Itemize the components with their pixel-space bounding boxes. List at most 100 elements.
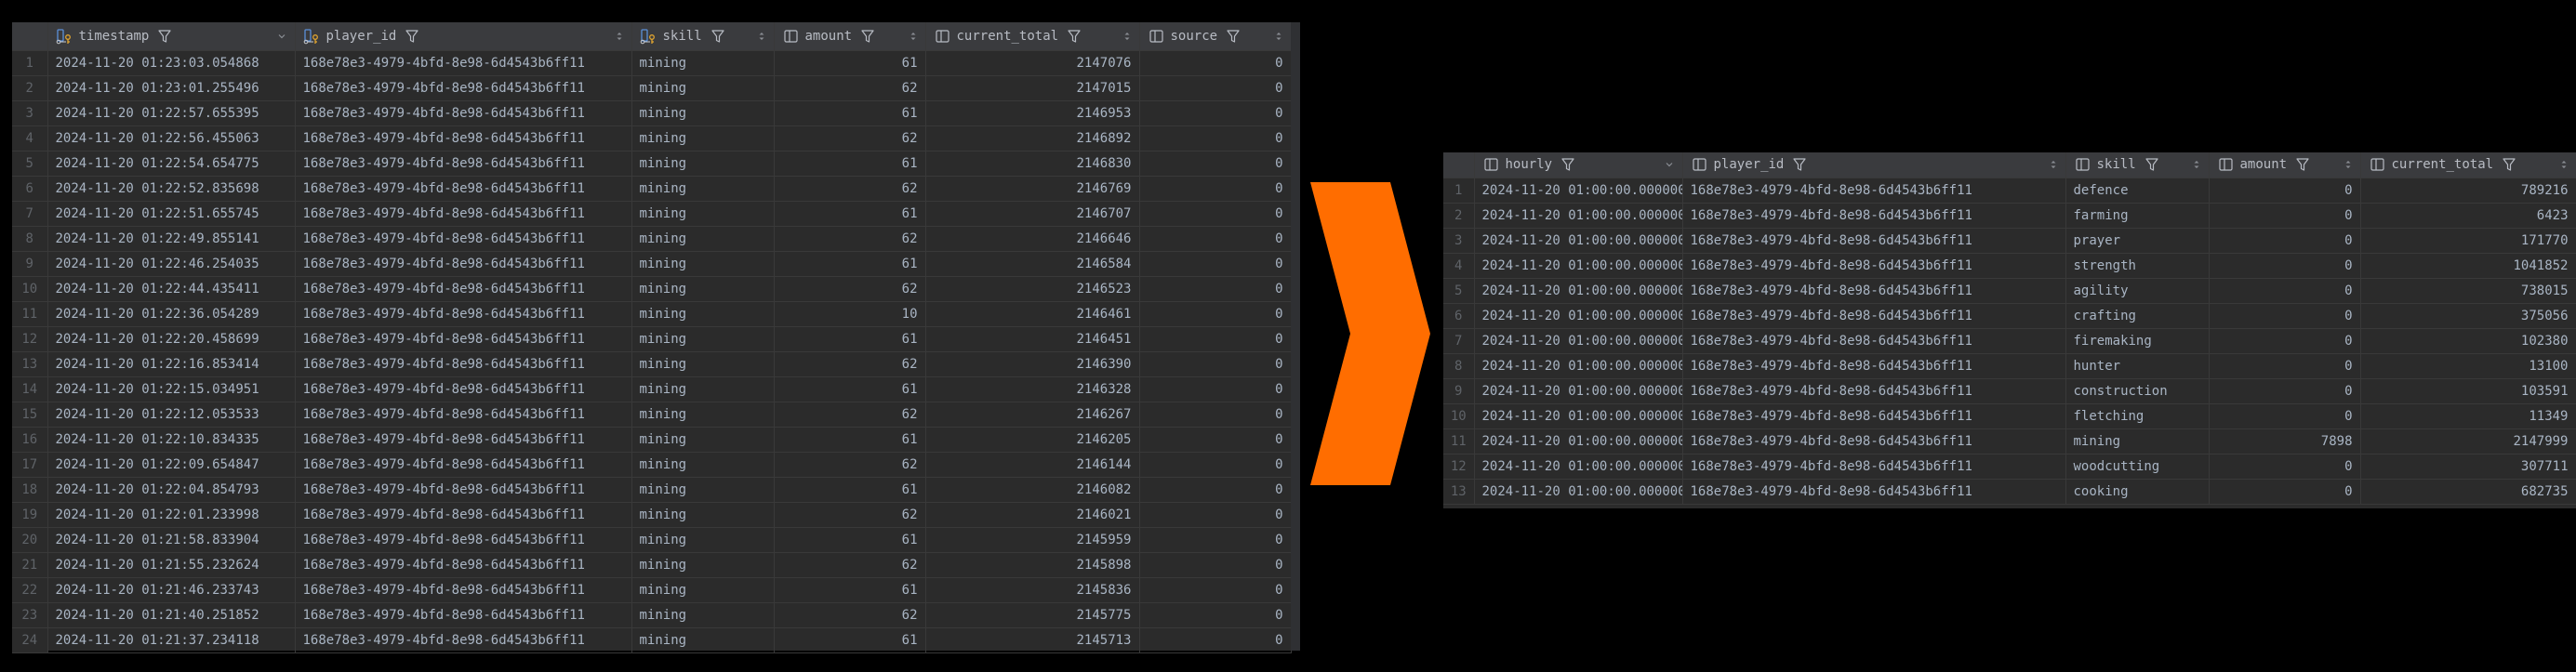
cell-player-id[interactable]: 168e78e3-4979-4bfd-8e98-6d4543b6ff11 <box>1682 454 2066 480</box>
cell-player-id[interactable]: 168e78e3-4979-4bfd-8e98-6d4543b6ff11 <box>295 276 632 302</box>
cell-skill[interactable]: mining <box>631 477 775 503</box>
cell-skill[interactable]: woodcutting <box>2065 454 2210 480</box>
cell-amount[interactable]: 61 <box>774 376 926 402</box>
filter-icon[interactable] <box>1226 29 1241 44</box>
row-number[interactable]: 10 <box>1443 403 1475 429</box>
cell-current-total[interactable]: 2146707 <box>925 201 1140 227</box>
row-number[interactable]: 3 <box>1443 228 1475 254</box>
cell-source[interactable]: 0 <box>1139 602 1292 628</box>
cell-skill[interactable]: prayer <box>2065 228 2210 254</box>
filter-icon[interactable] <box>2502 157 2516 172</box>
sort-updown-icon[interactable] <box>2344 159 2353 170</box>
filter-icon[interactable] <box>860 29 875 44</box>
cell-current-total[interactable]: 2146461 <box>925 301 1140 327</box>
cell-skill[interactable]: mining <box>631 50 775 76</box>
cell-player-id[interactable]: 168e78e3-4979-4bfd-8e98-6d4543b6ff11 <box>1682 178 2066 204</box>
cell-skill[interactable]: mining <box>631 125 775 152</box>
cell-timestamp[interactable]: 2024-11-20 01:21:55.232624 <box>47 552 296 578</box>
cell-amount[interactable]: 61 <box>774 577 926 603</box>
cell-hourly[interactable]: 2024-11-20 01:00:00.000000 <box>1474 454 1683 480</box>
table-row[interactable]: 14 2024-11-20 01:22:15.034951 168e78e3-497… <box>12 376 1292 402</box>
cell-skill[interactable]: farming <box>2065 203 2210 229</box>
cell-amount[interactable]: 61 <box>774 326 926 352</box>
row-number[interactable]: 6 <box>1443 303 1475 329</box>
cell-source[interactable]: 0 <box>1139 552 1292 578</box>
row-number[interactable]: 11 <box>1443 428 1475 455</box>
row-number[interactable]: 12 <box>12 326 48 352</box>
table-row[interactable]: 6 2024-11-20 01:00:00.000000 168e78e3-4979… <box>1443 303 2576 329</box>
table-row[interactable]: 8 2024-11-20 01:22:49.855141 168e78e3-4979… <box>12 226 1292 252</box>
table-row[interactable]: 10 2024-11-20 01:00:00.000000 168e78e3-497… <box>1443 403 2576 429</box>
row-number[interactable]: 6 <box>12 176 48 202</box>
cell-player-id[interactable]: 168e78e3-4979-4bfd-8e98-6d4543b6ff11 <box>295 251 632 277</box>
cell-source[interactable]: 0 <box>1139 75 1292 101</box>
row-number[interactable]: 5 <box>1443 278 1475 304</box>
cell-player-id[interactable]: 168e78e3-4979-4bfd-8e98-6d4543b6ff11 <box>295 301 632 327</box>
cell-current-total[interactable]: 2145713 <box>925 627 1140 653</box>
row-number[interactable]: 18 <box>12 477 48 503</box>
cell-timestamp[interactable]: 2024-11-20 01:22:57.655395 <box>47 100 296 126</box>
row-number[interactable]: 1 <box>1443 178 1475 204</box>
table-row[interactable]: 9 2024-11-20 01:00:00.000000 168e78e3-4979… <box>1443 378 2576 404</box>
cell-timestamp[interactable]: 2024-11-20 01:22:49.855141 <box>47 226 296 252</box>
row-number[interactable]: 4 <box>1443 253 1475 279</box>
cell-player-id[interactable]: 168e78e3-4979-4bfd-8e98-6d4543b6ff11 <box>295 125 632 152</box>
cell-source[interactable]: 0 <box>1139 276 1292 302</box>
cell-hourly[interactable]: 2024-11-20 01:00:00.000000 <box>1474 328 1683 354</box>
cell-hourly[interactable]: 2024-11-20 01:00:00.000000 <box>1474 353 1683 379</box>
cell-current-total[interactable]: 2147999 <box>2360 428 2576 455</box>
cell-skill[interactable]: mining <box>631 577 775 603</box>
cell-timestamp[interactable]: 2024-11-20 01:22:51.655745 <box>47 201 296 227</box>
cell-amount[interactable]: 0 <box>2209 403 2361 429</box>
cell-skill[interactable]: mining <box>631 201 775 227</box>
cell-skill[interactable]: agility <box>2065 278 2210 304</box>
column-header-amount[interactable]: amount <box>774 22 926 51</box>
cell-amount[interactable]: 62 <box>774 176 926 202</box>
row-number[interactable]: 7 <box>12 201 48 227</box>
cell-timestamp[interactable]: 2024-11-20 01:22:54.654775 <box>47 151 296 177</box>
column-header-amount[interactable]: amount <box>2209 152 2361 178</box>
cell-timestamp[interactable]: 2024-11-20 01:22:12.053533 <box>47 402 296 428</box>
filter-icon[interactable] <box>2144 157 2159 172</box>
cell-amount[interactable]: 62 <box>774 125 926 152</box>
cell-current-total[interactable]: 738015 <box>2360 278 2576 304</box>
cell-hourly[interactable]: 2024-11-20 01:00:00.000000 <box>1474 303 1683 329</box>
cell-skill[interactable]: strength <box>2065 253 2210 279</box>
table-row[interactable]: 5 2024-11-20 01:22:54.654775 168e78e3-4979… <box>12 151 1292 177</box>
cell-current-total[interactable]: 2146830 <box>925 151 1140 177</box>
cell-skill[interactable]: construction <box>2065 378 2210 404</box>
row-number[interactable]: 7 <box>1443 328 1475 354</box>
sort-updown-icon[interactable] <box>909 31 918 42</box>
cell-amount[interactable]: 62 <box>774 226 926 252</box>
cell-timestamp[interactable]: 2024-11-20 01:23:01.255496 <box>47 75 296 101</box>
row-number[interactable]: 10 <box>12 276 48 302</box>
cell-current-total[interactable]: 307711 <box>2360 454 2576 480</box>
cell-source[interactable]: 0 <box>1139 351 1292 377</box>
cell-skill[interactable]: hunter <box>2065 353 2210 379</box>
cell-current-total[interactable]: 2146769 <box>925 176 1140 202</box>
cell-player-id[interactable]: 168e78e3-4979-4bfd-8e98-6d4543b6ff11 <box>295 176 632 202</box>
row-number[interactable]: 22 <box>12 577 48 603</box>
cell-timestamp[interactable]: 2024-11-20 01:22:04.854793 <box>47 477 296 503</box>
row-number[interactable]: 3 <box>12 100 48 126</box>
column-header-current-total[interactable]: current_total <box>925 22 1140 51</box>
cell-current-total[interactable]: 2147015 <box>925 75 1140 101</box>
cell-skill[interactable]: firemaking <box>2065 328 2210 354</box>
cell-current-total[interactable]: 171770 <box>2360 228 2576 254</box>
table-row[interactable]: 5 2024-11-20 01:00:00.000000 168e78e3-4979… <box>1443 278 2576 304</box>
cell-amount[interactable]: 62 <box>774 452 926 478</box>
cell-current-total[interactable]: 2146267 <box>925 402 1140 428</box>
cell-current-total[interactable]: 2146646 <box>925 226 1140 252</box>
cell-skill[interactable]: mining <box>631 602 775 628</box>
cell-current-total[interactable]: 2146953 <box>925 100 1140 126</box>
row-number[interactable]: 16 <box>12 427 48 453</box>
cell-amount[interactable]: 61 <box>774 477 926 503</box>
cell-skill[interactable]: mining <box>631 151 775 177</box>
table-row[interactable]: 11 2024-11-20 01:00:00.000000 168e78e3-497… <box>1443 428 2576 455</box>
cell-current-total[interactable]: 2147076 <box>925 50 1140 76</box>
row-number[interactable]: 1 <box>12 50 48 76</box>
cell-current-total[interactable]: 2146390 <box>925 351 1140 377</box>
cell-amount[interactable]: 61 <box>774 100 926 126</box>
filter-icon[interactable] <box>157 29 172 44</box>
column-header-hourly[interactable]: hourly <box>1474 152 1683 178</box>
